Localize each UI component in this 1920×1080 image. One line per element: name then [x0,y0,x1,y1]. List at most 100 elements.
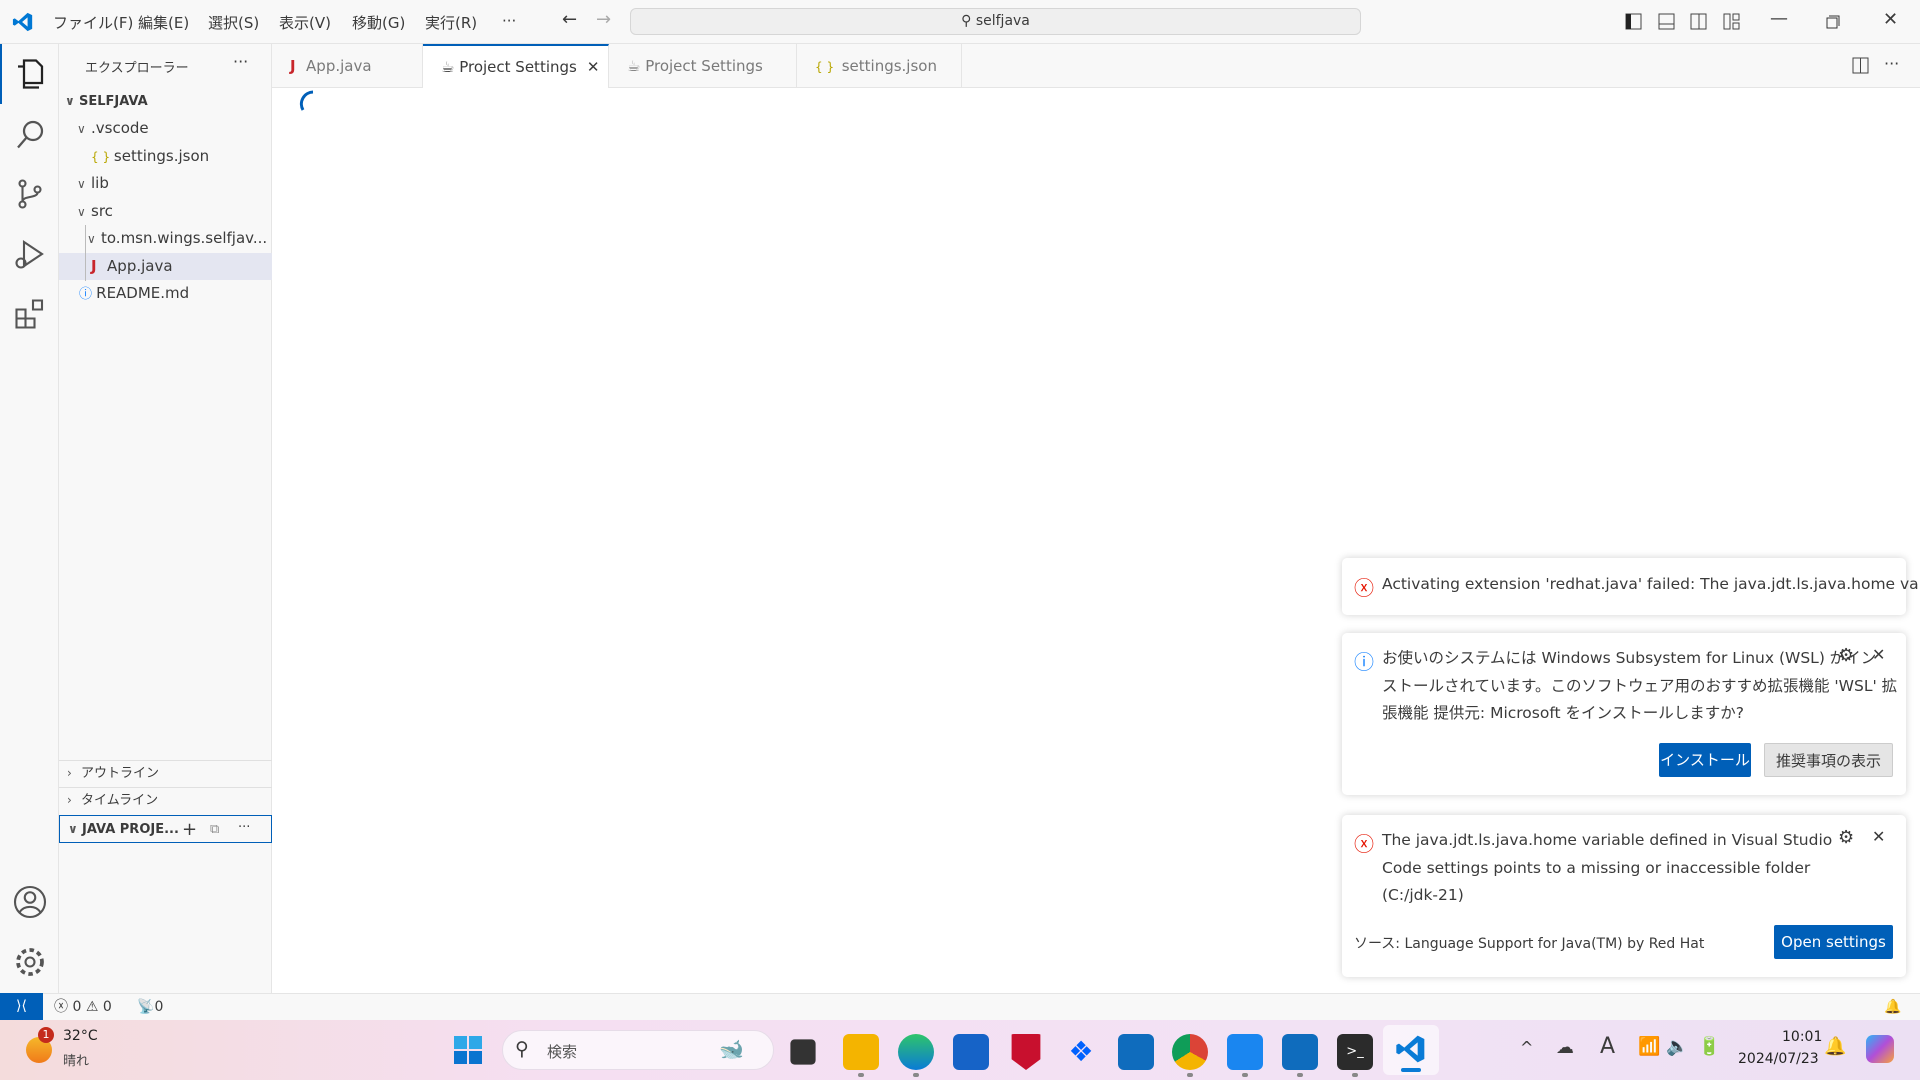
new-outlook-icon[interactable] [1282,1034,1318,1077]
manage-gear-icon[interactable] [12,944,48,980]
tree-item-readme[interactable]: ⓘ README.md [59,280,272,307]
remote-button[interactable]: ⟩⟨ [0,993,43,1020]
menu-go[interactable]: 移動(G) [352,12,405,33]
forward-arrow-icon[interactable]: → [596,9,611,30]
tree-item-settings-json[interactable]: { } settings.json [59,143,272,170]
tray-overflow-icon[interactable]: ^ [1520,1038,1533,1057]
command-center-search[interactable]: ⚲ selfjava [630,8,1361,35]
battery-icon[interactable]: 🔋 [1698,1036,1720,1057]
error-icon: ⓧ [1354,576,1374,600]
tree-item-lib[interactable]: ∨ lib [59,170,272,197]
toggle-panel-icon[interactable] [1658,13,1675,30]
problems-status[interactable]: ⓧ 0 ⚠ 0 [54,994,112,1020]
editor-tabs: J App.java ☕ Project Settings ✕ ☕ Project… [272,44,1920,88]
windows-start-icon[interactable] [454,1036,482,1064]
toggle-secondary-sidebar-icon[interactable] [1690,13,1707,30]
app-icon[interactable] [1227,1034,1263,1077]
section-outline[interactable]: › アウトライン [59,760,272,787]
open-settings-button[interactable]: Open settings [1774,925,1893,959]
vscode-taskbar-button[interactable] [1383,1025,1439,1075]
notification-close-icon[interactable]: ✕ [1872,827,1885,846]
mcafee-icon[interactable] [1011,1034,1041,1070]
explorer-icon[interactable] [12,56,48,92]
error-icon: ⓧ [1354,832,1374,856]
add-icon[interactable]: + [182,816,197,842]
section-timeline[interactable]: › タイムライン [59,787,272,814]
json-icon: { } [815,60,842,74]
split-editor-icon[interactable] [1852,57,1869,74]
terminal-icon[interactable]: >_ [1337,1034,1373,1077]
tab-project-settings-active[interactable]: ☕ Project Settings ✕ [423,44,609,88]
onedrive-icon[interactable]: ☁ [1556,1037,1574,1058]
notification-gear-icon[interactable]: ⚙ [1838,827,1854,848]
notification-text: 張機能 提供元: Microsoft をインストールしますか? [1382,704,1744,722]
whale-icon: 🐋 [719,1037,744,1061]
toggle-sidebar-icon[interactable] [1625,13,1642,30]
editor-more-icon[interactable]: ··· [1884,54,1899,73]
install-button[interactable]: インストール [1659,743,1751,777]
section-java-projects[interactable]: ∨ JAVA PROJE... + ⧉ ··· [59,815,272,843]
folder-root[interactable]: ∨ SELFJAVA [59,88,272,115]
minimize-button[interactable]: — [1770,8,1788,29]
tree-item-vscode[interactable]: ∨ .vscode [59,115,272,142]
notifications-bell-icon[interactable]: 🔔 [1884,994,1901,1020]
volume-icon[interactable]: 🔈 [1666,1036,1688,1057]
menu-file[interactable]: ファイル(F) [53,12,133,33]
tree-item-src[interactable]: ∨ src [59,198,272,225]
sidebar-more-button[interactable]: ··· [233,52,248,71]
weather-condition[interactable]: 晴れ [63,1050,89,1069]
clock-date[interactable]: 2024/07/23 [1738,1051,1819,1067]
menu-view[interactable]: 表示(V) [279,12,331,33]
ports-status[interactable]: 📡0 [137,994,163,1020]
chevron-down-icon: ∨ [77,205,86,219]
copilot-icon[interactable] [1866,1035,1894,1063]
tree-item-app-java[interactable]: J App.java [59,253,272,280]
show-recommendations-button[interactable]: 推奨事項の表示 [1764,743,1893,777]
weather-temp[interactable]: 32°C [63,1028,98,1044]
dropbox-icon[interactable]: ❖ [1063,1034,1099,1070]
more-icon[interactable]: ··· [238,816,250,841]
clock-time[interactable]: 10:01 [1782,1029,1822,1045]
vscode-icon [1396,1035,1425,1063]
source-control-icon[interactable] [12,176,48,212]
ime-icon[interactable]: A [1600,1034,1615,1059]
tree-item-package[interactable]: ∨ to.msn.wings.selfjav... [59,225,272,252]
close-window-button[interactable]: ✕ [1883,9,1898,30]
accounts-icon[interactable] [12,884,48,920]
notification-close-icon[interactable]: ✕ [1872,645,1885,664]
file-explorer-icon[interactable] [843,1034,879,1077]
menu-run[interactable]: 実行(R) [425,12,477,33]
edge-icon[interactable] [898,1034,934,1077]
menu-selection[interactable]: 選択(S) [208,12,259,33]
menu-more[interactable]: ··· [502,12,516,30]
run-debug-icon[interactable] [12,236,48,272]
back-arrow-icon[interactable]: ← [562,9,577,30]
cup-icon: ☕ [441,58,460,76]
notification-center-icon[interactable]: 🔔 [1824,1036,1846,1057]
notification-text: Code settings points to a missing or ina… [1382,858,1811,877]
collapse-all-icon[interactable]: ⧉ [210,816,219,842]
tab-app-java[interactable]: J App.java [272,44,423,88]
task-view-icon[interactable] [790,1039,816,1065]
loading-spinner-icon [299,90,314,111]
notification-gear-icon[interactable]: ⚙ [1838,645,1854,666]
close-tab-icon[interactable]: ✕ [587,58,600,76]
weather-badge: 1 [38,1027,54,1043]
windows-taskbar: 1 32°C 晴れ ⚲ 検索 🐋 ❖ >_ ^ ☁ A 📶 🔈 🔋 10:01 … [0,1020,1920,1080]
java-icon: J [91,257,108,275]
menu-edit[interactable]: 編集(E) [138,12,189,33]
chevron-down-icon: ∨ [77,122,86,136]
outlook-icon[interactable] [1118,1034,1154,1070]
search-icon[interactable] [12,116,48,152]
tab-project-settings[interactable]: ☕ Project Settings [609,44,797,88]
chrome-icon[interactable] [1172,1034,1208,1077]
store-icon[interactable] [953,1034,989,1070]
taskbar-search[interactable]: ⚲ 検索 🐋 [502,1030,774,1070]
search-icon: ⚲ [961,13,976,29]
extensions-icon[interactable] [12,296,48,332]
tab-settings-json[interactable]: { } settings.json [797,44,962,88]
notification-text: お使いのシステムには Windows Subsystem for Linux (… [1382,649,1877,667]
restore-button[interactable] [1826,15,1840,29]
customize-layout-icon[interactable] [1723,13,1740,30]
wifi-icon[interactable]: 📶 [1638,1036,1660,1057]
